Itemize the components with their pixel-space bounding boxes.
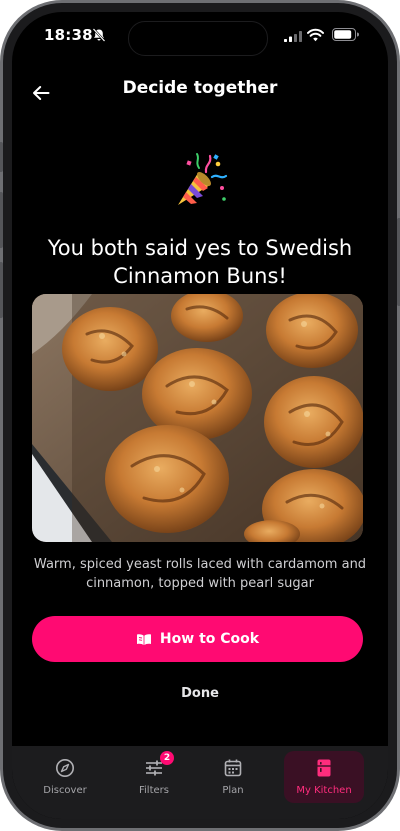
tab-discover-label: Discover [43,785,87,796]
app-screen: 18:38 Decide together You both said yes … [12,12,388,819]
compass-icon [56,759,74,777]
tab-filters-label: Filters [139,785,169,796]
how-to-cook-button[interactable]: How to Cook [32,616,363,662]
cellular-signal-icon [284,31,302,42]
recipe-description: Warm, spiced yeast rolls laced with card… [33,557,367,591]
bell-muted-icon [92,28,106,42]
filters-badge: 2 [160,751,174,765]
volume-down-button [0,262,3,318]
status-time: 18:38 [44,26,93,44]
dynamic-island [128,21,268,56]
tab-my-kitchen[interactable]: My Kitchen [284,751,364,803]
battery-icon [332,28,359,41]
open-book-icon [136,633,151,645]
page-title: Decide together [122,78,278,98]
cinnamon-buns-image [32,294,363,542]
status-bar: 18:38 [12,12,388,60]
volume-up-button [0,192,3,248]
tab-plan[interactable]: Plan [193,751,273,803]
recipe-photo [32,294,363,542]
mute-switch [0,142,3,172]
match-headline: You both said yes to Swedish Cinnamon Bu… [47,236,353,288]
tab-discover[interactable]: Discover [25,751,105,803]
tab-my-kitchen-label: My Kitchen [296,785,352,796]
wifi-icon [307,28,324,42]
done-button[interactable]: Done [150,680,250,708]
tab-bar: Discover 2 Filters Plan My Kitchen [12,746,388,819]
calendar-icon [224,759,242,777]
party-popper-icon [178,153,228,205]
tab-plan-label: Plan [222,785,244,796]
fridge-icon [317,759,331,777]
tab-filters[interactable]: 2 Filters [114,751,194,803]
how-to-cook-label: How to Cook [159,631,260,647]
